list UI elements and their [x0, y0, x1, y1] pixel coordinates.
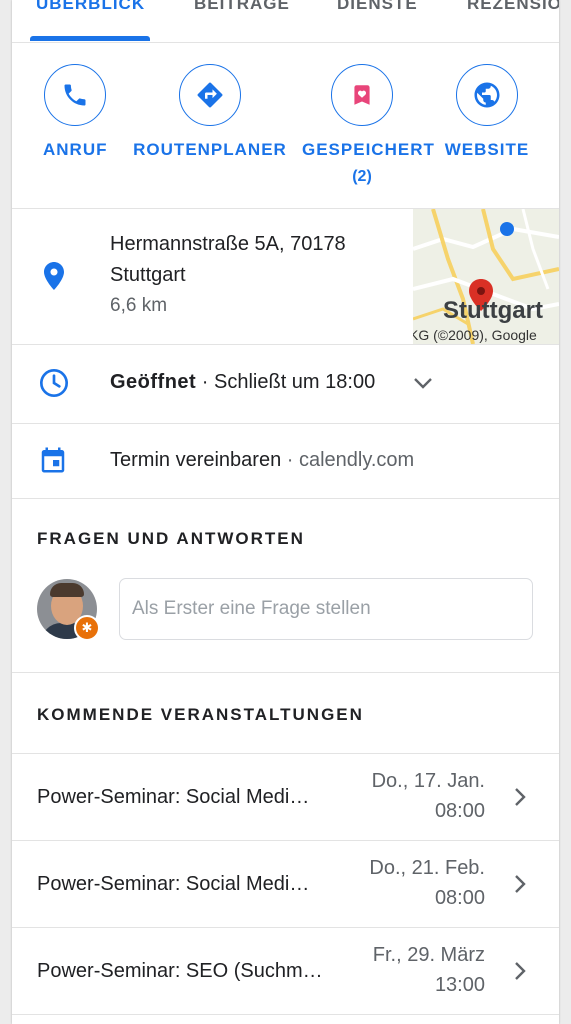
map-thumbnail[interactable]: Stuttgart KG (©2009), Google: [413, 209, 559, 344]
chevron-down-icon[interactable]: [412, 375, 434, 396]
location-pin-icon: [42, 261, 66, 296]
directions-label: ROUTENPLANER: [133, 140, 287, 159]
map-copyright: KG (©2009), Google: [413, 327, 537, 343]
action-buttons: ANRUF ROUTENPLANER GESPEICHERT (2) WEBSI…: [12, 42, 559, 209]
star-badge-icon: ✱: [74, 615, 100, 641]
address-row[interactable]: Hermannstraße 5A, 70178 Stuttgart 6,6 km…: [12, 209, 559, 345]
call-button[interactable]: ANRUF: [43, 64, 107, 160]
event-title: Power-Seminar: SEO (Suchm…: [37, 960, 323, 982]
event-item[interactable]: Power-Seminar: Social Medi… Do., 21. Feb…: [12, 841, 559, 928]
event-date: Fr., 29. März: [372, 944, 485, 966]
events-header: KOMMENDE VERANSTALTUNGEN: [12, 673, 559, 754]
event-item[interactable]: Power-Seminar: SEO (Suchm… Fr., 29. März…: [12, 928, 559, 1015]
hours-text: Geöffnet · Schließt um 18:00: [110, 371, 375, 394]
event-title: Power-Seminar: Social Medi…: [37, 873, 310, 895]
directions-button[interactable]: ROUTENPLANER: [130, 64, 290, 160]
saved-label: GESPEICHERT: [302, 140, 435, 159]
qa-title: FRAGEN UND ANTWORTEN: [37, 529, 305, 548]
booking-label: Termin vereinbaren: [110, 449, 282, 471]
tab-overview[interactable]: ÜBERBLICK: [36, 0, 145, 14]
hours-row[interactable]: Geöffnet · Schließt um 18:00: [12, 345, 559, 424]
open-status: Geöffnet: [110, 371, 197, 393]
chevron-right-icon: [512, 786, 528, 813]
booking-text: Termin vereinbaren · calendly.com: [110, 449, 414, 472]
ask-question-input[interactable]: Als Erster eine Frage stellen: [119, 578, 533, 640]
tab-bar: ÜBERBLICK BEITRÄGE DIENSTE REZENSIO: [12, 0, 559, 43]
events-title: KOMMENDE VERANSTALTUNGEN: [37, 705, 364, 724]
booking-row[interactable]: Termin vereinbaren · calendly.com: [12, 424, 559, 499]
hours-separator: ·: [196, 371, 214, 393]
address-city: Stuttgart: [110, 264, 186, 286]
clock-icon: [38, 367, 70, 404]
closing-time: Schließt um 18:00: [214, 371, 376, 393]
call-label: ANRUF: [43, 140, 108, 159]
bookmark-icon: [331, 64, 393, 126]
address-distance: 6,6 km: [110, 295, 168, 316]
event-time: 08:00: [434, 800, 485, 822]
active-tab-indicator: [30, 36, 150, 41]
phone-icon: [44, 64, 106, 126]
event-date: Do., 21. Feb.: [369, 857, 485, 879]
chevron-right-icon: [512, 873, 528, 900]
event-title: Power-Seminar: Social Medi…: [37, 786, 310, 808]
calendar-icon: [38, 444, 68, 481]
event-item[interactable]: Power-Seminar: Social Medi… Do., 17. Jan…: [12, 754, 559, 841]
event-time: 13:00: [434, 974, 485, 996]
saved-button[interactable]: GESPEICHERT (2): [302, 64, 435, 186]
tab-posts[interactable]: BEITRÄGE: [194, 0, 290, 14]
map-city-label: Stuttgart: [443, 297, 543, 324]
tab-services[interactable]: DIENSTE: [337, 0, 418, 14]
globe-icon: [456, 64, 518, 126]
directions-icon: [179, 64, 241, 126]
event-date: Do., 17. Jan.: [371, 770, 485, 792]
tab-reviews[interactable]: REZENSIO: [467, 0, 559, 14]
address-street: Hermannstraße 5A, 70178: [110, 233, 346, 255]
business-profile-card: ÜBERBLICK BEITRÄGE DIENSTE REZENSIO ANRU…: [12, 0, 559, 1024]
booking-separator: ·: [281, 449, 299, 471]
booking-site: calendly.com: [298, 449, 415, 471]
saved-count: (2): [352, 168, 372, 185]
event-time: 08:00: [434, 887, 485, 909]
chevron-right-icon: [512, 960, 528, 987]
qa-section: FRAGEN UND ANTWORTEN ✱ Als Erster eine F…: [12, 499, 559, 673]
website-button[interactable]: WEBSITE: [442, 64, 532, 160]
website-label: WEBSITE: [444, 140, 530, 159]
